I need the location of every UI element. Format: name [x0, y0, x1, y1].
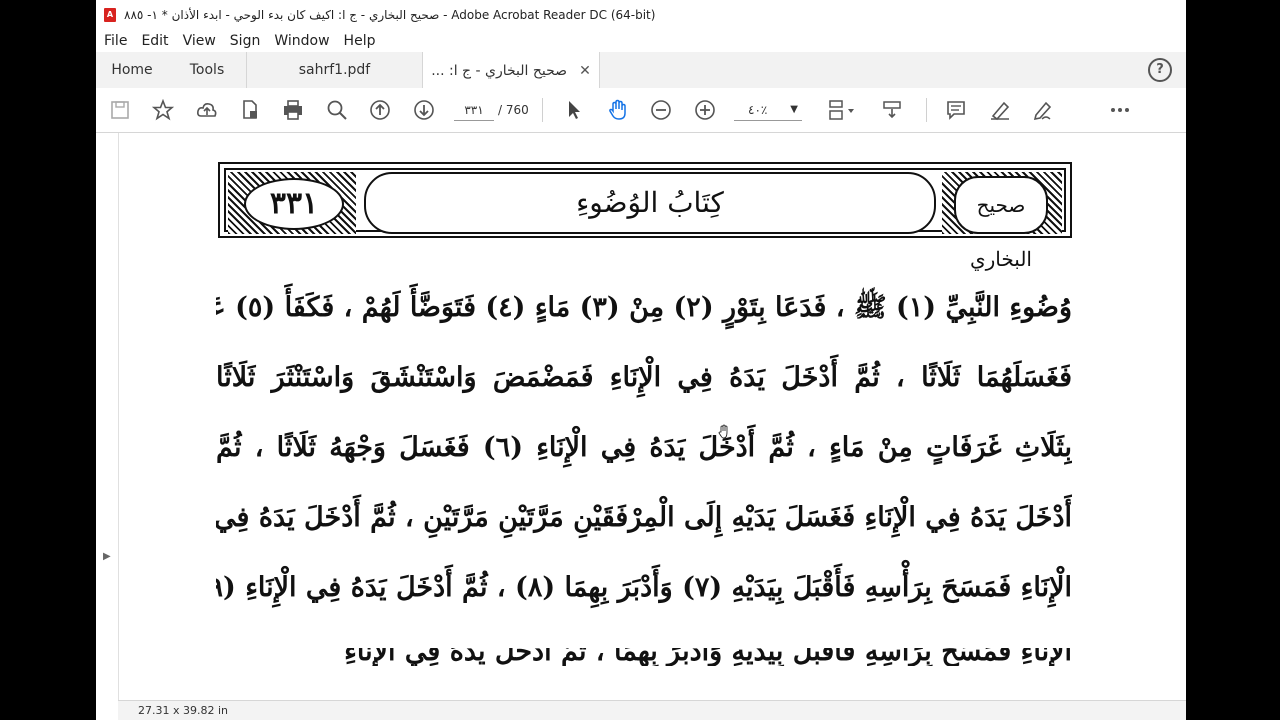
comment-icon[interactable]	[944, 98, 968, 122]
tab-document-1[interactable]: sahrf1.pdf	[246, 52, 422, 88]
menu-help[interactable]: Help	[344, 33, 376, 49]
tab-tools[interactable]: Tools	[168, 52, 246, 88]
bookmark-star-icon[interactable]	[151, 98, 175, 122]
text-line: بِثَلَاثِ غَرَفَاتٍ مِنْ مَاءٍ ، ثُمَّ أ…	[216, 432, 1072, 463]
print-icon[interactable]	[281, 98, 305, 122]
page-total: / 760	[498, 103, 529, 117]
status-bar: 27.31 x 39.82 in	[118, 700, 1186, 720]
header-inner-frame: ٣٣١ كِتَابُ الوُضُوءِ صحيح البخاري	[224, 168, 1066, 271]
ornament-left: ٣٣١	[228, 172, 356, 234]
upload-cloud-icon[interactable]	[195, 98, 219, 122]
text-line: وُضُوءِ النَّبِيِّ (١) ﷺ ، فَدَعَا بِتَو…	[216, 292, 1072, 323]
next-page-icon[interactable]	[412, 98, 436, 122]
acrobat-window: A صحيح البخاري - ج ا: اكيف كان بدء الوحي…	[96, 0, 1186, 720]
page-dimensions: 27.31 x 39.82 in	[138, 704, 229, 717]
tab-document-2-label: صحيح البخاري - ج ا: ...	[431, 62, 568, 79]
chapter-title: كِتَابُ الوُضُوءِ	[364, 172, 936, 234]
menu-bar: File Edit View Sign Window Help	[96, 30, 1186, 52]
menu-window[interactable]: Window	[274, 33, 329, 49]
sign-pen-icon[interactable]	[1031, 98, 1055, 122]
page-body-text: وُضُوءِ النَّبِيِّ (١) ﷺ ، فَدَعَا بِتَو…	[216, 278, 1072, 628]
menu-edit[interactable]: Edit	[141, 33, 168, 49]
tab-close-icon[interactable]: ✕	[579, 63, 591, 79]
page-number-input[interactable]: ٣٣١	[454, 100, 494, 121]
more-tools-icon[interactable]	[1108, 98, 1132, 122]
toolbar: ٣٣١ / 760 ٤٠٪ ▼	[96, 88, 1186, 133]
title-bar: A صحيح البخاري - ج ا: اكيف كان بدء الوحي…	[96, 0, 1186, 30]
page-number-badge: ٣٣١	[244, 178, 344, 230]
expand-panel-icon[interactable]: ▶	[103, 551, 111, 562]
text-line: أَدْخَلَ يَدَهُ فِي الْإِنَاءِ فَغَسَلَ …	[216, 502, 1072, 533]
menu-view[interactable]: View	[183, 33, 216, 49]
previous-page-icon[interactable]	[368, 98, 392, 122]
hand-tool-icon[interactable]	[606, 98, 630, 122]
toolbar-divider	[926, 98, 927, 122]
zoom-level-dropdown[interactable]: ٤٠٪ ▼	[734, 100, 802, 121]
menu-file[interactable]: File	[104, 33, 127, 49]
text-line-partial: الْإِنَاءِ فَمَسَحَ بِرَأْسِهِ فَأَقْبَل…	[344, 648, 1072, 666]
zoom-level-value: ٤٠٪	[748, 103, 768, 117]
ornament-right: صحيح البخاري	[942, 172, 1062, 271]
page-fit-icon[interactable]	[824, 98, 858, 122]
tab-document-2[interactable]: ✕ صحيح البخاري - ج ا: ...	[422, 52, 600, 89]
window-title: صحيح البخاري - ج ا: اكيف كان بدء الوحي -…	[124, 8, 656, 22]
zoom-in-icon[interactable]	[693, 98, 717, 122]
scroll-mode-icon[interactable]	[880, 98, 904, 122]
zoom-out-icon[interactable]	[649, 98, 673, 122]
pdf-app-icon: A	[104, 8, 116, 22]
select-cursor-icon[interactable]	[562, 98, 586, 122]
highlight-pen-icon[interactable]	[988, 98, 1012, 122]
tab-document-1-label: sahrf1.pdf	[298, 62, 371, 78]
text-line: فَغَسَلَهُمَا ثَلَاثًا ، ثُمَّ أَدْخَلَ …	[216, 362, 1072, 393]
create-pdf-icon[interactable]	[238, 98, 262, 122]
hand-cursor-icon	[718, 424, 728, 439]
tab-home[interactable]: Home	[96, 52, 168, 88]
save-icon[interactable]	[108, 98, 132, 122]
tab-bar: Home Tools sahrf1.pdf ✕ صحيح البخاري - ج…	[96, 52, 1186, 89]
find-search-icon[interactable]	[325, 98, 349, 122]
menu-sign[interactable]: Sign	[230, 33, 261, 49]
help-icon[interactable]: ?	[1148, 58, 1172, 82]
page-header-ornament: ٣٣١ كِتَابُ الوُضُوءِ صحيح البخاري	[218, 162, 1072, 271]
chevron-down-icon: ▼	[790, 104, 798, 115]
left-panel-gutter: ▶	[96, 133, 119, 720]
toolbar-divider	[542, 98, 543, 122]
book-seal-logo: صحيح البخاري	[954, 176, 1048, 271]
text-line: الْإِنَاءِ فَمَسَحَ بِرَأْسِهِ فَأَقْبَل…	[216, 572, 1072, 603]
